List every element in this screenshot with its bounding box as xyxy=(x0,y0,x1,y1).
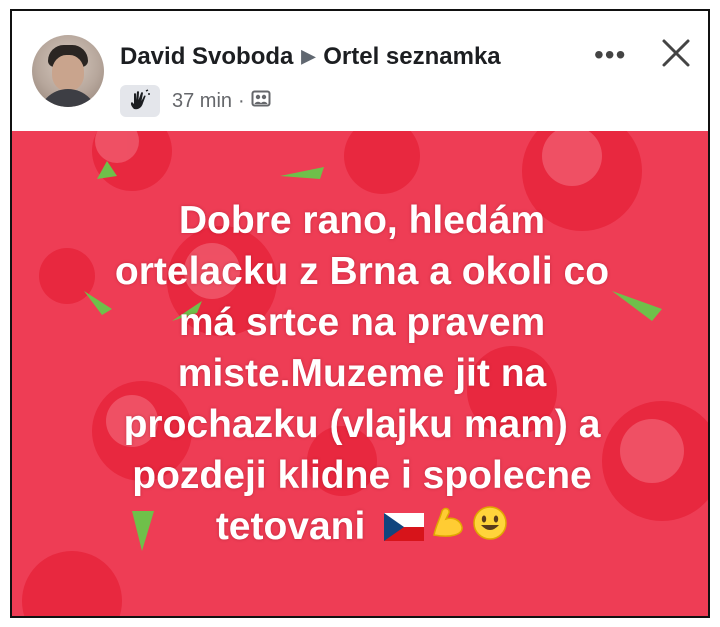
more-options-icon[interactable]: ••• xyxy=(594,39,626,71)
meta-separator: · xyxy=(238,89,245,112)
group-audience-icon xyxy=(251,88,271,114)
post-text-line: prochazku (vlajku mam) a xyxy=(123,403,601,446)
czech-flag-icon xyxy=(384,503,425,554)
post-image[interactable]: Dobre rano, hledám ortelacku z Brna a ok… xyxy=(12,131,708,616)
post-time[interactable]: 37 min xyxy=(172,90,232,113)
post-text-line: má srtce na pravem xyxy=(178,301,546,344)
smiling-face-icon xyxy=(472,503,508,554)
flexed-biceps-icon xyxy=(430,503,466,554)
post-header: David Svoboda ▶ Ortel seznamka 37 min · ••… xyxy=(12,11,708,131)
arrow-right-icon: ▶ xyxy=(301,46,316,66)
post-text-line: pozdeji klidne i spolecne xyxy=(132,454,592,497)
author-name[interactable]: David Svoboda xyxy=(120,43,293,70)
post-text: Dobre rano, hledám ortelacku z Brna a ok… xyxy=(52,195,672,554)
post-card: David Svoboda ▶ Ortel seznamka 37 min · ••… xyxy=(10,9,710,618)
wave-hand-icon[interactable] xyxy=(120,85,160,117)
avatar[interactable] xyxy=(32,35,104,107)
post-author-line: David Svoboda ▶ Ortel seznamka xyxy=(120,43,501,71)
post-text-line: ortelacku z Brna a okoli co xyxy=(114,250,610,293)
post-text-line: tetovani xyxy=(215,505,366,548)
group-name[interactable]: Ortel seznamka xyxy=(323,43,500,70)
post-text-line: miste.Muzeme jit na xyxy=(177,352,547,395)
close-icon[interactable] xyxy=(658,35,694,71)
post-meta: 37 min · xyxy=(120,85,271,117)
post-text-line: Dobre rano, hledám xyxy=(178,199,546,242)
post-text-last-line: tetovani xyxy=(52,501,672,554)
